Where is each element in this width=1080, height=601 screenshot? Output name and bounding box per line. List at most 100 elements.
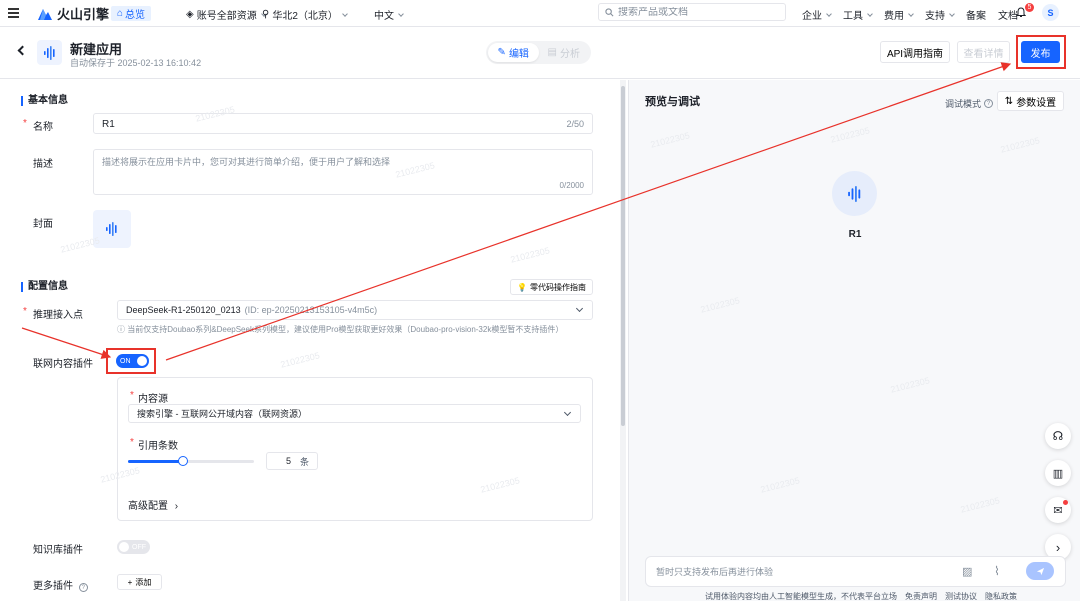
required-mark: * — [130, 437, 134, 448]
tab-analyze-label: 分析 — [559, 49, 580, 60]
overview-button[interactable]: ⌂ 总览 — [111, 6, 152, 21]
web-plugin-label: 联网内容插件 — [33, 359, 93, 370]
test-agreement-link[interactable]: 测试协议 — [945, 591, 977, 601]
feedback-icon: ✉ — [1053, 504, 1063, 517]
cover-image[interactable] — [93, 210, 131, 248]
chevron-down-icon — [908, 10, 914, 17]
toggle-knob — [119, 542, 129, 552]
view-details-button[interactable]: 查看详情 — [957, 41, 1010, 63]
description-field[interactable]: 描述将展示在应用卡片中，您可对其进行简单介绍，便于用户了解和选择 0/2000 — [93, 149, 593, 195]
global-search[interactable] — [598, 3, 786, 21]
soundwave-icon — [43, 45, 55, 60]
privacy-policy-link[interactable]: 隐私政策 — [985, 591, 1017, 601]
image-upload-icon[interactable]: ▨ — [962, 565, 972, 578]
disclaimer-link[interactable]: 免责声明 — [905, 591, 937, 601]
add-plugin-button[interactable]: + 添加 — [117, 574, 162, 590]
citation-count-stepper[interactable]: 5 条 — [266, 452, 318, 470]
endpoint-select[interactable]: DeepSeek-R1-250120_0213 (ID: ep-20250213… — [117, 300, 593, 320]
add-plugin-label: 添加 — [135, 577, 152, 587]
headset-icon: ☊ — [1052, 429, 1064, 443]
volcengine-logo-icon — [38, 8, 52, 20]
citation-count-value: 5 — [286, 456, 292, 466]
chevron-down-icon — [398, 10, 404, 17]
plus-icon: + — [127, 577, 133, 587]
api-guide-button[interactable]: API调用指南 — [880, 41, 950, 63]
name-label: 名称 — [33, 122, 53, 133]
no-code-guide-button[interactable]: 💡 零代码操作指南 — [510, 279, 593, 295]
autosave-status: 自动保存于 2025-02-13 16:10:42 — [70, 58, 202, 68]
endpoint-label: 推理接入点 — [33, 310, 83, 321]
debug-mode[interactable]: 调试模式 ? — [945, 97, 994, 110]
nav-enterprise[interactable]: 企业 — [802, 7, 832, 22]
sort-arrows-icon: ⇅ — [1004, 95, 1014, 107]
tab-edit[interactable]: ✎ 编辑 — [488, 43, 539, 62]
nav-support-label: 支持 — [925, 11, 945, 22]
annotation-box-publish — [1016, 35, 1066, 69]
search-input[interactable] — [618, 6, 778, 18]
top-nav: 企业 工具 费用 支持 备案 文档 — [802, 7, 1018, 22]
language-menu[interactable]: 中文 — [374, 7, 404, 22]
nav-tools[interactable]: 工具 — [843, 7, 873, 22]
docs-button[interactable]: ▥ — [1045, 460, 1071, 486]
customer-service-button[interactable]: ☊ — [1045, 423, 1071, 449]
param-settings-label: 参数设置 — [1016, 97, 1057, 109]
required-mark: * — [23, 306, 27, 317]
nav-docs[interactable]: 文档 — [998, 7, 1018, 22]
name-char-count: 2/50 — [566, 119, 584, 129]
brand-name: 火山引擎 — [57, 7, 110, 22]
app-icon — [37, 40, 62, 65]
preview-app-name: R1 — [848, 229, 862, 240]
chart-icon: ▤ — [547, 47, 557, 58]
preview-panel — [628, 80, 1080, 601]
account-resources-label: 账号全部资源 — [196, 11, 257, 22]
kb-plugin-state: OFF — [132, 543, 146, 551]
chevron-down-icon — [867, 10, 873, 17]
account-resources-menu[interactable]: ◈ 账号全部资源 — [186, 7, 267, 22]
chevron-down-icon — [563, 408, 572, 417]
cover-label: 封面 — [33, 219, 53, 230]
region-label: 华北2（北京） — [272, 11, 338, 22]
location-icon: ⚲ — [262, 9, 270, 20]
help-icon: ? — [984, 99, 994, 108]
language-label: 中文 — [374, 11, 394, 22]
name-field[interactable]: R1 2/50 — [93, 113, 593, 134]
mode-switch: ✎ 编辑 ▤ 分析 — [486, 41, 591, 64]
chevron-right-icon: › — [1055, 539, 1061, 555]
required-mark: * — [130, 390, 134, 401]
pencil-icon: ✎ — [497, 47, 506, 58]
debug-mode-label: 调试模式 — [945, 99, 982, 109]
help-icon[interactable]: ? — [78, 583, 88, 592]
send-icon — [1036, 567, 1044, 575]
description-char-count: 0/2000 — [559, 181, 584, 190]
description-placeholder: 描述将展示在应用卡片中，您可对其进行简单介绍，便于用户了解和选择 — [102, 157, 391, 167]
tab-analyze[interactable]: ▤ 分析 — [539, 43, 590, 62]
chat-placeholder: 暂时只支持发布后再进行体验 — [656, 567, 774, 577]
kb-plugin-toggle[interactable]: OFF — [117, 540, 150, 554]
citation-unit: 条 — [299, 456, 309, 467]
advanced-config-link[interactable]: 高级配置 › — [128, 497, 178, 512]
web-plugin-config — [117, 377, 593, 521]
nav-enterprise-label: 企业 — [802, 11, 822, 22]
menu-icon[interactable] — [8, 8, 19, 18]
send-button[interactable] — [1026, 562, 1054, 580]
description-label: 描述 — [33, 159, 53, 170]
brand-logo[interactable]: 火山引擎 — [37, 4, 109, 23]
tab-edit-label: 编辑 — [508, 49, 529, 60]
chat-input[interactable]: 暂时只支持发布后再进行体验 — [645, 556, 1066, 587]
basic-info-title: 基本信息 — [21, 96, 68, 106]
nav-filing[interactable]: 备案 — [966, 7, 986, 22]
scroll-thumb[interactable] — [621, 86, 625, 426]
avatar[interactable]: S — [1042, 4, 1059, 21]
nav-billing[interactable]: 费用 — [884, 7, 914, 22]
lightbulb-icon: 💡 — [517, 282, 527, 292]
nav-support[interactable]: 支持 — [925, 7, 955, 22]
paperclip-icon[interactable]: ⌇ — [994, 564, 1000, 578]
citation-count-label: 引用条数 — [138, 441, 178, 452]
feedback-button[interactable]: ✉ — [1045, 497, 1071, 523]
region-menu[interactable]: ⚲ 华北2（北京） — [262, 7, 348, 22]
back-arrow-icon[interactable] — [17, 45, 28, 56]
config-info-title: 配置信息 — [21, 282, 68, 292]
content-source-select[interactable]: 搜索引擎 - 互联网公开域内容（联网资源） — [128, 404, 581, 423]
param-settings-button[interactable]: ⇅ 参数设置 — [997, 91, 1064, 111]
search-icon — [605, 7, 614, 16]
